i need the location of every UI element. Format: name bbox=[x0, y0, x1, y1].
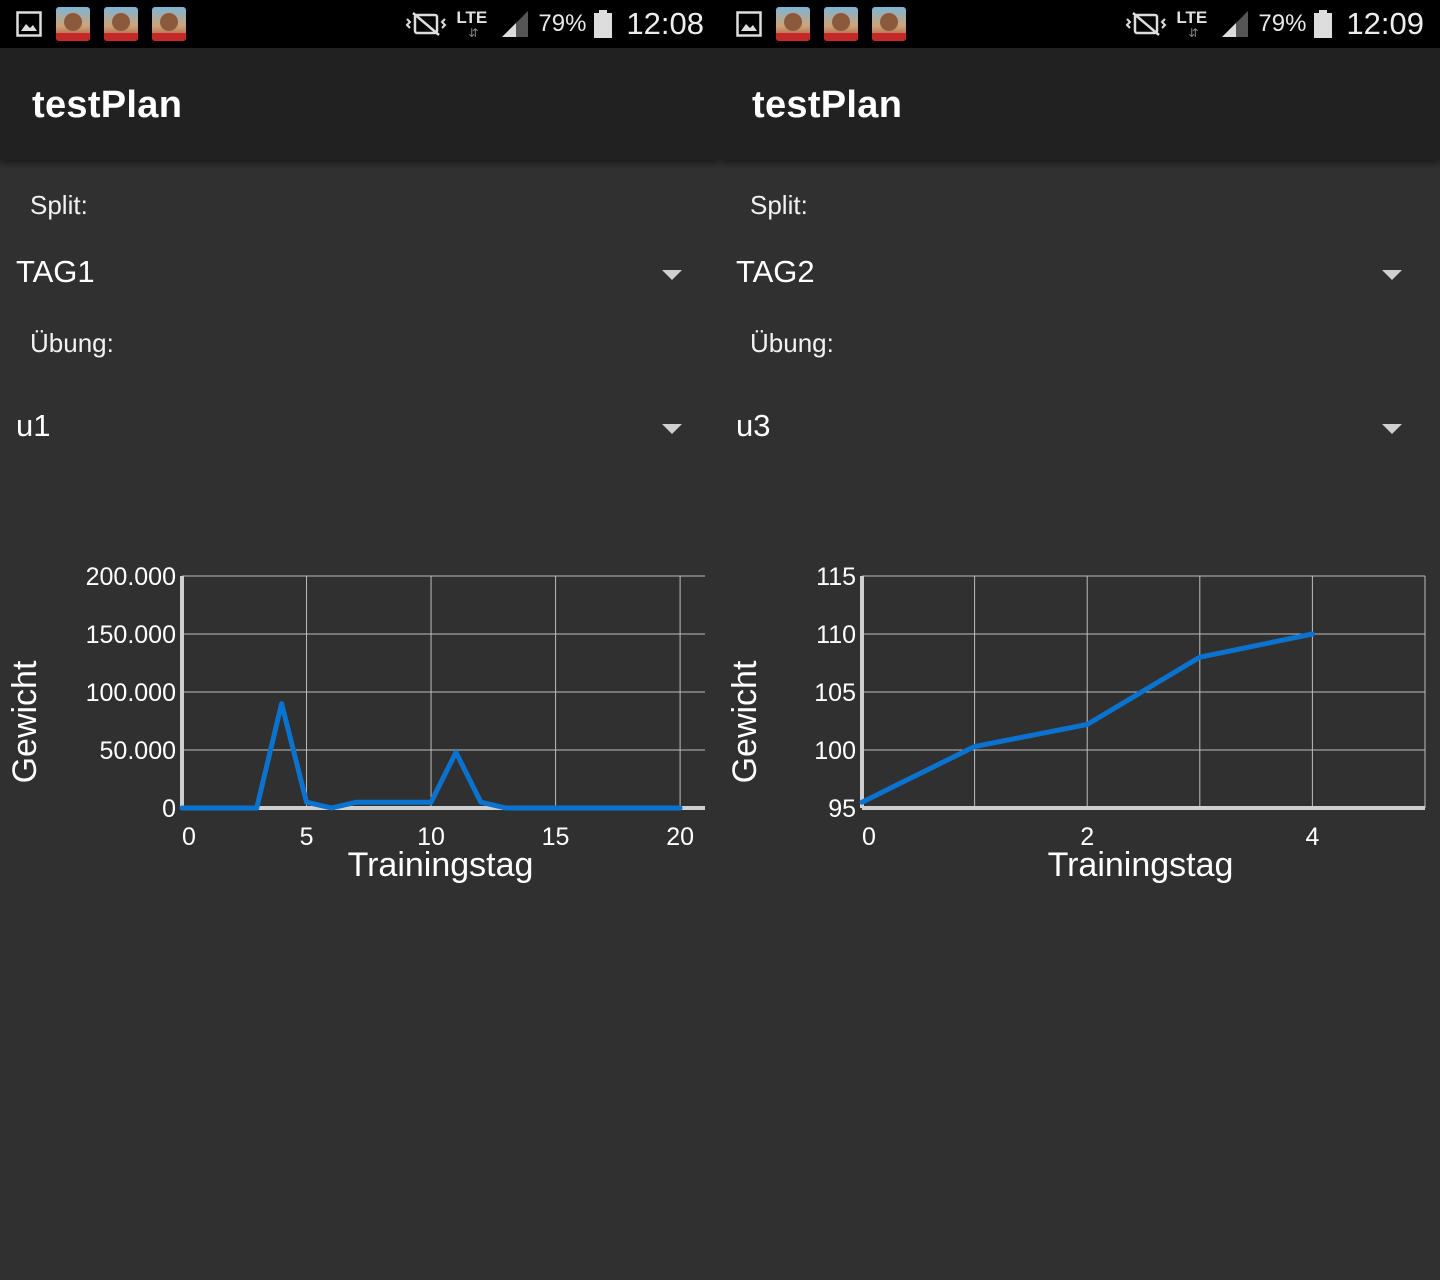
x-tick-label: 0 bbox=[182, 823, 196, 851]
x-tick-label: 5 bbox=[300, 823, 314, 851]
app-notification-icon bbox=[56, 7, 90, 41]
vibrate-mute-icon bbox=[405, 12, 447, 36]
exercise-spinner[interactable]: u1 bbox=[0, 394, 720, 466]
x-tick-label: 0 bbox=[862, 823, 876, 851]
dropdown-arrow-icon bbox=[662, 270, 682, 280]
weight-chart: 95 100 105 110 115 0 2 4 Trainingstag Gewicht bbox=[720, 540, 1440, 900]
y-tick-label: 95 bbox=[828, 795, 856, 823]
y-tick-label: 105 bbox=[814, 679, 856, 707]
y-tick-label: 110 bbox=[816, 621, 856, 649]
x-axis-title: Trainingstag bbox=[348, 846, 534, 884]
dropdown-arrow-icon bbox=[662, 424, 682, 434]
app-notification-icon bbox=[104, 7, 138, 41]
split-spinner[interactable]: TAG2 bbox=[720, 240, 1440, 312]
x-tick-label: 4 bbox=[1305, 823, 1319, 851]
split-label: Split: bbox=[30, 190, 88, 220]
app-title: testPlan bbox=[32, 84, 183, 126]
app-notification-icon bbox=[152, 7, 186, 41]
split-label: Split: bbox=[750, 190, 808, 220]
split-spinner[interactable]: TAG1 bbox=[0, 240, 720, 312]
battery-percent: 79% bbox=[538, 10, 587, 37]
x-tick-label: 20 bbox=[666, 823, 694, 851]
status-bar: LTE ⇵ 79% 12:09 bbox=[720, 0, 1440, 48]
notification-icons bbox=[736, 7, 906, 41]
gallery-notification-icon bbox=[736, 11, 762, 37]
battery-icon bbox=[594, 10, 613, 38]
system-icons: LTE ⇵ 79% 12:09 bbox=[1124, 0, 1424, 48]
x-tick-label: 15 bbox=[542, 823, 570, 851]
app-notification-icon bbox=[776, 7, 810, 41]
app-title: testPlan bbox=[752, 84, 903, 126]
battery-percent: 79% bbox=[1258, 10, 1307, 37]
weight-chart: 0 50.000 100.000 150.000 200.000 0 5 10 15 20 Trai… bbox=[0, 540, 720, 900]
y-tick-label: 100.000 bbox=[86, 679, 176, 707]
gallery-notification-icon bbox=[16, 11, 42, 37]
exercise-spinner[interactable]: u3 bbox=[720, 394, 1440, 466]
app-bar: testPlan bbox=[720, 48, 1440, 160]
battery-icon bbox=[1314, 10, 1333, 38]
lte-icon: LTE ⇵ bbox=[456, 8, 488, 40]
y-tick-label: 115 bbox=[816, 563, 856, 591]
clock: 12:08 bbox=[626, 6, 704, 41]
screen-left: LTE ⇵ 79% 12:08 testPlan Split: TAG1 Übu… bbox=[0, 0, 720, 1280]
lte-icon: LTE ⇵ bbox=[1176, 8, 1208, 40]
dropdown-arrow-icon bbox=[1382, 424, 1402, 434]
y-axis-title: Gewicht bbox=[6, 660, 44, 783]
split-value: TAG2 bbox=[736, 254, 815, 289]
system-icons: LTE ⇵ 79% 12:08 bbox=[404, 0, 704, 48]
weight-chart-svg: 951001051101150 2 4TrainingstagGewicht bbox=[726, 563, 1426, 884]
network-type-label: LTE bbox=[1176, 8, 1208, 27]
notification-icons bbox=[16, 7, 186, 41]
status-bar: LTE ⇵ 79% 12:08 bbox=[0, 0, 720, 48]
y-tick-label: 0 bbox=[162, 795, 176, 823]
y-tick-label: 150.000 bbox=[86, 621, 176, 649]
exercise-value: u3 bbox=[736, 408, 771, 443]
split-value: TAG1 bbox=[16, 254, 95, 289]
dropdown-arrow-icon bbox=[1382, 270, 1402, 280]
app-bar: testPlan bbox=[0, 48, 720, 160]
signal-strength-icon bbox=[1222, 11, 1249, 37]
screen-right: LTE ⇵ 79% 12:09 testPlan Split: TAG2 Übu… bbox=[720, 0, 1440, 1280]
exercise-value: u1 bbox=[16, 408, 51, 443]
y-axis-title: Gewicht bbox=[726, 660, 764, 783]
weight-chart-svg: 050.000100.000150.000200.0000 5 10 15 20Trai… bbox=[6, 563, 705, 884]
app-notification-icon bbox=[872, 7, 906, 41]
x-axis-title: Trainingstag bbox=[1048, 846, 1234, 884]
signal-strength-icon bbox=[502, 11, 529, 37]
vibrate-mute-icon bbox=[1125, 12, 1167, 36]
exercise-label: Übung: bbox=[750, 328, 834, 358]
y-tick-label: 100 bbox=[814, 737, 856, 765]
y-tick-label: 200.000 bbox=[86, 563, 176, 591]
y-tick-label: 50.000 bbox=[100, 737, 176, 765]
network-type-label: LTE bbox=[456, 8, 488, 27]
app-notification-icon bbox=[824, 7, 858, 41]
screens: LTE ⇵ 79% 12:08 testPlan Split: TAG1 Übu… bbox=[0, 0, 1440, 1280]
clock: 12:09 bbox=[1346, 6, 1424, 41]
exercise-label: Übung: bbox=[30, 328, 114, 358]
